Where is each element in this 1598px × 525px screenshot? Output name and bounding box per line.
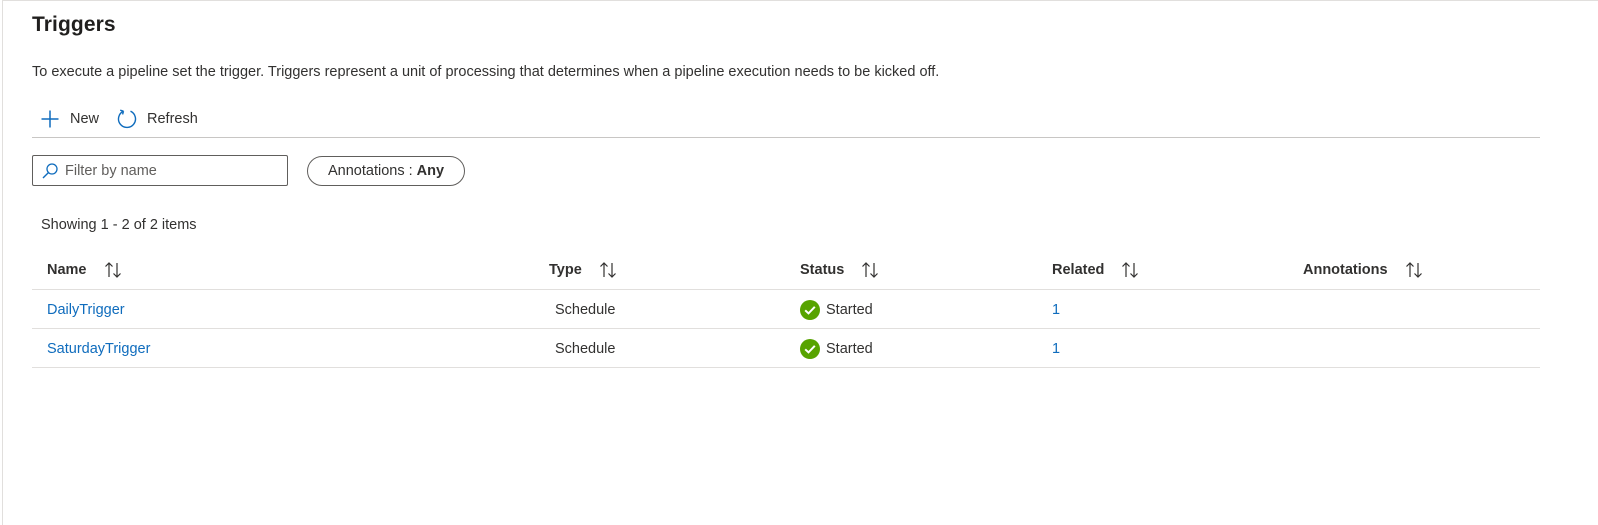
column-header-label: Related — [1052, 262, 1105, 278]
page-title: Triggers — [32, 13, 116, 36]
sort-icon — [860, 260, 880, 280]
add-icon — [38, 107, 62, 131]
refresh-button[interactable]: Refresh — [107, 102, 206, 136]
filter-bar: Annotations : Any — [32, 155, 466, 186]
sort-icon — [598, 260, 618, 280]
triggers-table: Name Type Status Related Annotations Dai… — [32, 250, 1540, 368]
column-header-status[interactable]: Status — [800, 250, 880, 290]
table-header: Name Type Status Related Annotations — [32, 250, 1540, 290]
success-check-icon — [800, 338, 820, 359]
sort-icon — [103, 260, 123, 280]
trigger-type: Schedule — [555, 301, 616, 318]
related-count-link[interactable]: 1 — [1052, 290, 1060, 329]
column-header-label: Status — [800, 262, 845, 278]
filter-by-name-input[interactable] — [65, 162, 279, 179]
annotations-filter-pill[interactable]: Annotations : Any — [307, 155, 466, 186]
success-check-icon — [800, 299, 820, 320]
new-button[interactable]: New — [32, 102, 107, 136]
item-count-summary: Showing 1 - 2 of 2 items — [41, 217, 197, 233]
sort-icon — [1120, 260, 1140, 280]
table-row[interactable]: DailyTrigger Schedule Started 1 — [32, 290, 1540, 329]
column-header-label: Name — [47, 262, 87, 278]
column-header-annotations[interactable]: Annotations — [1303, 250, 1424, 290]
search-icon — [41, 162, 59, 180]
new-button-label: New — [70, 110, 100, 127]
trigger-type: Schedule — [555, 340, 616, 357]
refresh-icon — [115, 107, 139, 131]
toolbar: New Refresh — [32, 100, 1540, 138]
trigger-status-label: Started — [826, 340, 873, 357]
trigger-status: Started — [800, 290, 873, 329]
trigger-name-link[interactable]: SaturdayTrigger — [47, 329, 150, 368]
trigger-status: Started — [800, 329, 873, 368]
table-row[interactable]: SaturdayTrigger Schedule Started 1 — [32, 329, 1540, 368]
related-count-link[interactable]: 1 — [1052, 329, 1060, 368]
column-header-name[interactable]: Name — [47, 250, 123, 290]
annotations-filter-label: Annotations : — [328, 162, 413, 179]
page-description: To execute a pipeline set the trigger. T… — [32, 64, 940, 80]
refresh-button-label: Refresh — [147, 110, 198, 127]
annotations-filter-value: Any — [416, 162, 445, 179]
sort-icon — [1404, 260, 1424, 280]
filter-search-box — [32, 155, 288, 186]
column-header-label: Annotations — [1303, 262, 1388, 278]
column-header-label: Type — [549, 262, 582, 278]
column-header-related[interactable]: Related — [1052, 250, 1140, 290]
column-header-type[interactable]: Type — [549, 250, 618, 290]
trigger-status-label: Started — [826, 301, 873, 318]
trigger-name-link[interactable]: DailyTrigger — [47, 290, 125, 329]
